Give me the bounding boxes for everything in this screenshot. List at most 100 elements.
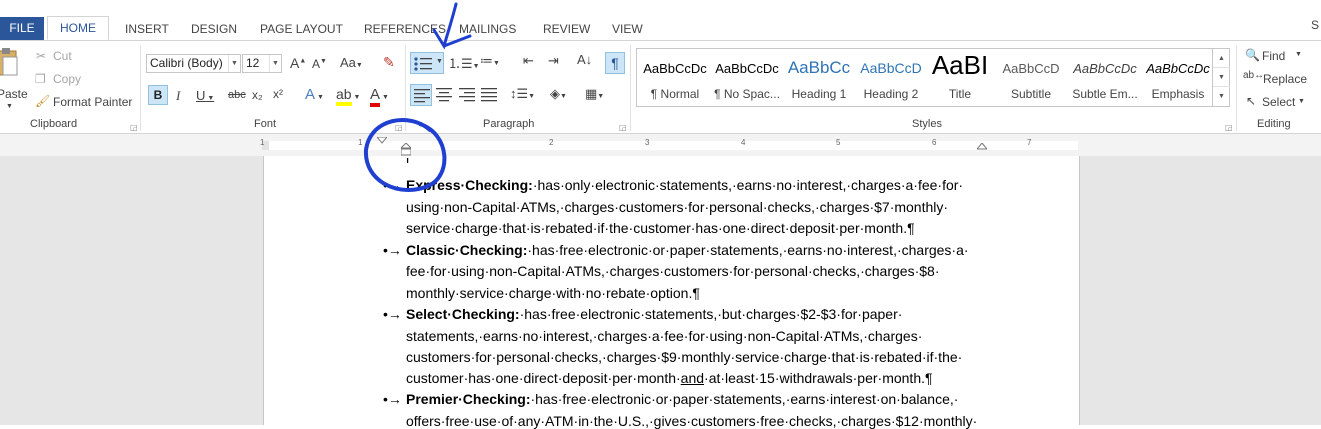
format-painter-label: Format Painter: [53, 95, 133, 109]
style-sample: AaBbCcD: [1002, 61, 1060, 76]
bullet-list-icon: [414, 57, 432, 71]
replace-icon: ab↔: [1243, 70, 1265, 81]
tab-home[interactable]: HOME: [47, 16, 109, 40]
ruler-tick: 1: [358, 138, 363, 147]
font-color-icon[interactable]: A ▼: [370, 86, 389, 107]
ruler-tick: 5: [836, 138, 841, 147]
first-line-indent-marker-icon[interactable]: [377, 137, 387, 145]
line-text: monthly·service·charge·with·no·rebate·op…: [406, 285, 700, 301]
style-subtitle[interactable]: AaBbCcD Subtitle: [995, 49, 1067, 106]
font-name-combo[interactable]: Calibri (Body) ▼: [146, 54, 241, 73]
list-bullet: •→: [383, 306, 402, 322]
tab-review[interactable]: REVIEW: [543, 18, 590, 40]
style-sample: AaBbCcDc: [643, 61, 707, 76]
sort-icon[interactable]: A↓: [577, 52, 592, 67]
clipboard-dialog-launcher-icon[interactable]: ◲: [130, 123, 138, 132]
font-group-label: Font: [254, 118, 277, 130]
shrink-font-icon[interactable]: A▼: [312, 57, 327, 71]
style-emphasis[interactable]: AaBbCcDc Emphasis: [1143, 49, 1213, 106]
clear-formatting-icon[interactable]: ✎: [383, 54, 395, 71]
paste-button[interactable]: Paste ▼: [0, 47, 28, 110]
align-left-button[interactable]: [410, 84, 432, 106]
styles-dialog-launcher-icon[interactable]: ◲: [1225, 123, 1233, 132]
decrease-indent-icon[interactable]: ⇤: [523, 53, 534, 69]
style-title[interactable]: AaBI Title: [927, 49, 993, 106]
style-heading-2[interactable]: AaBbCcD Heading 2: [855, 49, 927, 106]
tab-view[interactable]: VIEW: [612, 18, 643, 40]
scroll-down-icon[interactable]: ▼: [1213, 68, 1230, 87]
chevron-down-icon[interactable]: ▼: [228, 55, 240, 72]
right-indent-marker-icon[interactable]: [977, 143, 987, 151]
chevron-down-icon[interactable]: ▼: [1298, 98, 1305, 105]
style-name: Heading 2: [863, 87, 919, 101]
style-name: ¶ Normal: [650, 87, 700, 101]
align-center-icon[interactable]: [436, 88, 452, 102]
font-size-combo[interactable]: 12 ▼: [242, 54, 282, 73]
tab-file[interactable]: FILE: [0, 17, 44, 40]
chevron-down-icon[interactable]: ▼: [269, 55, 281, 72]
copy-icon: ❐: [35, 72, 46, 86]
numbering-icon[interactable]: ⒈☰▼: [448, 53, 480, 72]
align-right-icon[interactable]: [459, 88, 475, 102]
subscript-button[interactable]: x₂: [252, 88, 263, 102]
hanging-indent-marker-icon[interactable]: [401, 143, 411, 157]
chevron-down-icon[interactable]: ▼: [1295, 51, 1302, 58]
style-sample: AaBbCcDc: [1146, 61, 1210, 76]
highlight-color-icon[interactable]: ab ▼: [336, 86, 360, 106]
styles-gallery: AaBbCcDc ¶ Normal AaBbCcDc ¶ No Spac... …: [636, 48, 1230, 107]
user-account[interactable]: S: [1311, 18, 1319, 32]
shading-icon[interactable]: ◈▼: [550, 86, 567, 102]
line-text: ·has·free·electronic·statements,·but·cha…: [519, 306, 903, 322]
strikethrough-button[interactable]: abc: [228, 89, 246, 101]
show-formatting-button[interactable]: ¶: [605, 52, 625, 74]
scroll-up-icon[interactable]: ▲: [1213, 49, 1230, 68]
clipboard-group-label: Clipboard: [30, 118, 78, 130]
list-item-line: Premier·Checking:·has·free·electronic·or…: [406, 391, 958, 407]
find-label: Find: [1262, 49, 1286, 63]
multilevel-list-icon[interactable]: ≔▼: [480, 53, 500, 69]
underline-button[interactable]: U ▼: [196, 88, 214, 103]
style-normal[interactable]: AaBbCcDc ¶ Normal: [639, 49, 711, 106]
style-sample: AaBbCc: [787, 58, 851, 77]
tab-mailings[interactable]: MAILINGS: [459, 18, 516, 40]
cursor-icon: ↖: [1246, 94, 1257, 108]
font-dialog-launcher-icon[interactable]: ◲: [395, 123, 403, 132]
ruler-tick: 7: [1027, 138, 1032, 147]
style-sample: AaBbCcDc: [715, 61, 779, 76]
style-heading-1[interactable]: AaBbCc Heading 1: [783, 49, 855, 106]
chevron-down-icon[interactable]: ▼: [436, 58, 443, 65]
line-spacing-icon[interactable]: ↕☰▼: [510, 86, 535, 102]
font-size-value: 12: [246, 56, 260, 70]
style-subtle-emphasis[interactable]: AaBbCcDc Subtle Em...: [1069, 49, 1141, 106]
tab-references[interactable]: REFERENCES: [364, 18, 446, 40]
tab-page-layout[interactable]: PAGE LAYOUT: [260, 18, 343, 40]
change-case-button[interactable]: Aa▼: [340, 55, 363, 70]
replace-label: Replace: [1263, 72, 1308, 86]
tab-insert[interactable]: INSERT: [125, 18, 169, 40]
paragraph-group-label: Paragraph: [483, 118, 535, 130]
change-case-label: Aa: [340, 55, 356, 70]
increase-indent-icon[interactable]: ⇥: [548, 53, 559, 69]
italic-button[interactable]: I: [176, 88, 180, 104]
justify-icon[interactable]: [481, 88, 497, 102]
superscript-button[interactable]: x²: [273, 87, 283, 101]
style-sample: AaBbCcDc: [1073, 61, 1137, 76]
bold-button[interactable]: B: [148, 85, 168, 105]
account-name: Premier·Checking:: [406, 391, 531, 407]
paste-dropdown-icon[interactable]: ▼: [6, 103, 13, 110]
align-left-icon: [414, 89, 430, 103]
paragraph-dialog-launcher-icon[interactable]: ◲: [619, 123, 627, 132]
paintbrush-icon: 🖌: [35, 94, 51, 108]
ribbon-home: Paste ▼ ✂ Cut ❐ Copy 🖌 Format Painter Cl…: [0, 40, 1321, 134]
more-styles-icon[interactable]: ▼: [1213, 87, 1230, 106]
text-effects-icon[interactable]: A ▼: [305, 86, 324, 103]
line-text: ·has·only·electronic·statements,·earns·n…: [532, 177, 964, 193]
borders-icon[interactable]: ▦▼: [585, 86, 604, 102]
bullets-button[interactable]: ▼: [410, 52, 444, 74]
underline-icon: U: [196, 88, 206, 103]
style-name: Subtle Em...: [1072, 87, 1138, 101]
tab-design[interactable]: DESIGN: [191, 18, 237, 40]
grow-font-icon[interactable]: A▲: [290, 55, 306, 71]
select-label: Select: [1262, 95, 1296, 109]
style-no-spacing[interactable]: AaBbCcDc ¶ No Spac...: [711, 49, 783, 106]
